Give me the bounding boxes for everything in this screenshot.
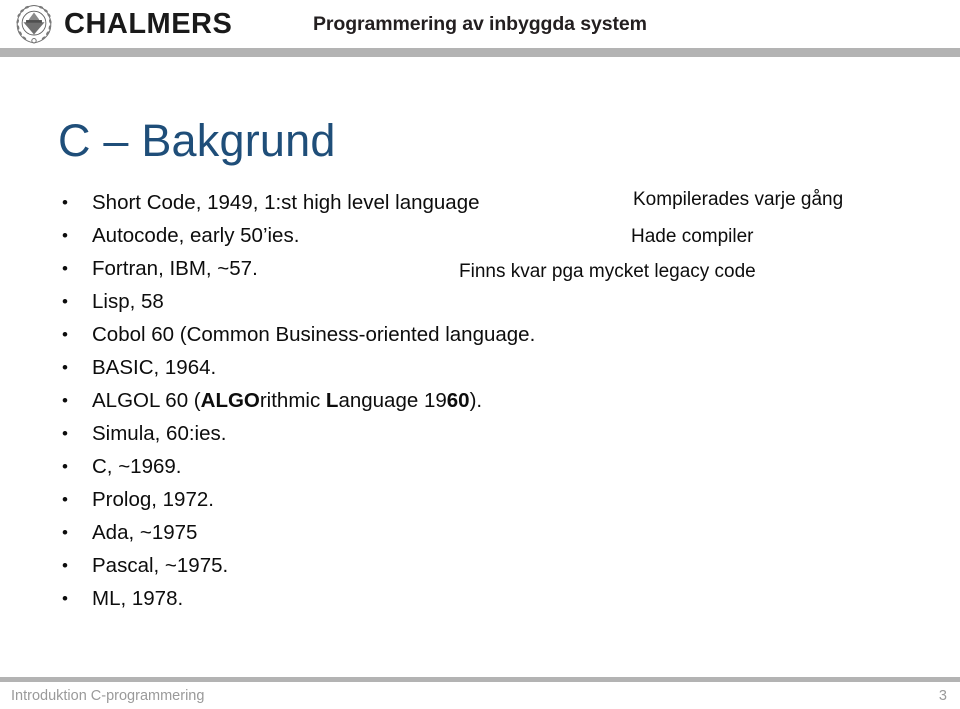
- bullet-dot-icon: •: [62, 391, 68, 410]
- slide: CHALMERS Programmering av inbyggda syste…: [0, 0, 960, 709]
- header-divider: [0, 48, 960, 57]
- footer-label: Introduktion C-programmering: [11, 688, 205, 704]
- list-item: • Simula, 60:ies.: [60, 417, 680, 450]
- list-item: • Short Code, 1949, 1:st high level langu…: [60, 186, 680, 219]
- list-item-label: Prolog, 1972.: [92, 488, 214, 511]
- list-item-label: Pascal, ~1975.: [92, 554, 229, 577]
- annotation-compiled-every-time: Kompilerades varje gång: [633, 189, 844, 210]
- list-item-label: Autocode, early 50’ies.: [92, 224, 300, 247]
- list-item: • Lisp, 58: [60, 285, 680, 318]
- list-item-label: Fortran, IBM, ~57.: [92, 257, 258, 280]
- list-item: • ALGOL 60 (ALGOrithmic Language 1960).: [60, 384, 680, 417]
- list-item: • Ada, ~1975: [60, 516, 680, 549]
- list-item-label: Lisp, 58: [92, 290, 164, 313]
- list-item-label: Ada, ~1975: [92, 521, 198, 544]
- page-title: C – Bakgrund: [58, 115, 336, 167]
- page-number: 3: [938, 688, 947, 704]
- bullet-dot-icon: •: [62, 358, 68, 377]
- list-item: • Cobol 60 (Common Business-oriented lang…: [60, 318, 680, 351]
- list-item: • Autocode, early 50’ies.: [60, 219, 680, 252]
- list-item-label: Simula, 60:ies.: [92, 422, 227, 445]
- list-item: • Prolog, 1972.: [60, 483, 680, 516]
- list-item: • C, ~1969.: [60, 450, 680, 483]
- bullet-dot-icon: •: [62, 226, 68, 245]
- annotation-legacy-code: Finns kvar pga mycket legacy code: [459, 261, 756, 282]
- bullet-dot-icon: •: [62, 193, 68, 212]
- list-item: • ML, 1978.: [60, 582, 680, 615]
- bullet-dot-icon: •: [62, 292, 68, 311]
- bullet-dot-icon: •: [62, 325, 68, 344]
- list-item-label: Cobol 60 (Common Business-oriented langu…: [92, 323, 536, 346]
- bullet-dot-icon: •: [62, 457, 68, 476]
- list-item-label: ALGOL 60 (ALGOrithmic Language 1960).: [92, 389, 483, 412]
- list-item-label: ML, 1978.: [92, 587, 184, 610]
- bullet-dot-icon: •: [62, 589, 68, 608]
- chalmers-seal-icon: [16, 5, 52, 44]
- footer-divider: [0, 677, 960, 682]
- bullet-dot-icon: •: [62, 523, 68, 542]
- annotation-had-compiler: Hade compiler: [631, 226, 754, 247]
- list-item-label: C, ~1969.: [92, 455, 182, 478]
- bullet-list: • Short Code, 1949, 1:st high level langu…: [60, 186, 680, 615]
- course-title: Programmering av inbyggda system: [313, 13, 647, 35]
- list-item-label: Short Code, 1949, 1:st high level langua…: [92, 191, 480, 214]
- list-item: • Pascal, ~1975.: [60, 549, 680, 582]
- chalmers-logo: CHALMERS: [12, 2, 232, 46]
- bullet-dot-icon: •: [62, 424, 68, 443]
- slide-header: CHALMERS Programmering av inbyggda syste…: [0, 0, 960, 48]
- list-item-label: BASIC, 1964.: [92, 356, 217, 379]
- chalmers-wordmark: CHALMERS: [64, 7, 233, 40]
- bullet-dot-icon: •: [62, 556, 68, 575]
- list-item: • BASIC, 1964.: [60, 351, 680, 384]
- bullet-dot-icon: •: [62, 490, 68, 509]
- bullet-dot-icon: •: [62, 259, 68, 278]
